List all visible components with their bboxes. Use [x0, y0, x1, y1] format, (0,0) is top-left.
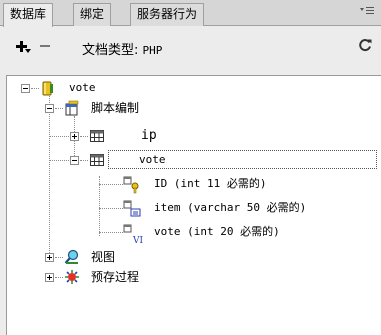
column-label: ID (int 11 必需的): [154, 177, 267, 190]
tree-node-scripts[interactable]: 脚本编制: [7, 100, 377, 120]
table-grid-icon: [89, 128, 105, 144]
database-tree: vote 脚本编制 ip vote ID (int 11 必需的) item (…: [6, 75, 381, 335]
column-label: vote (int 20 必需的): [154, 225, 280, 238]
tree-node-column[interactable]: item (varchar 50 必需的): [7, 200, 377, 220]
database-toolbar: 文档类型: PHP: [0, 27, 381, 67]
tree-node-table[interactable]: vote: [7, 150, 377, 172]
database-cylinder-icon: [40, 80, 56, 96]
int-column-icon: VI: [123, 224, 143, 246]
collapse-toggle[interactable]: [45, 104, 54, 113]
minus-icon[interactable]: [38, 38, 54, 54]
collapse-toggle[interactable]: [21, 84, 30, 93]
views-label: 视图: [91, 250, 116, 264]
tree-node-connection[interactable]: vote: [7, 80, 377, 100]
table-grid-icon: [89, 152, 105, 168]
plus-dropdown-icon[interactable]: [14, 38, 31, 54]
column-label: item (varchar 50 必需的): [154, 201, 307, 214]
expand-toggle[interactable]: [45, 253, 54, 262]
connection-label: vote: [69, 81, 96, 94]
document-type-label: 文档类型: PHP: [82, 39, 162, 58]
svg-text:VI: VI: [132, 236, 143, 244]
tree-node-procedures[interactable]: 预存过程: [7, 269, 377, 289]
text-column-icon: [123, 200, 141, 217]
view-icon: [64, 249, 80, 265]
tab-bindings[interactable]: 绑定: [73, 3, 112, 26]
expand-toggle[interactable]: [45, 273, 54, 282]
tree-node-table[interactable]: ip: [7, 128, 377, 148]
scripts-label: 脚本编制: [91, 101, 140, 115]
key-column-icon: [123, 176, 139, 194]
refresh-icon[interactable]: [357, 37, 373, 53]
tree-node-column[interactable]: VI vote (int 20 必需的): [7, 224, 377, 246]
options-menu-icon[interactable]: [359, 5, 375, 19]
procedure-icon: [64, 269, 80, 285]
collapse-toggle[interactable]: [70, 156, 79, 165]
tab-database[interactable]: 数据库: [3, 3, 54, 27]
tab-server-behaviors[interactable]: 服务器行为: [130, 3, 205, 26]
doc-type-value: PHP: [142, 44, 163, 57]
doc-type-caption: 文档类型:: [82, 43, 139, 58]
tree-node-column[interactable]: ID (int 11 必需的): [7, 176, 377, 196]
table-folder-icon: [64, 100, 80, 116]
table-label: vote: [139, 153, 166, 166]
panel-tab-bar: 数据库 绑定 服务器行为: [0, 0, 381, 27]
tree-node-views[interactable]: 视图: [7, 249, 377, 269]
expand-toggle[interactable]: [70, 132, 79, 141]
table-label: ip: [141, 128, 157, 143]
procedures-label: 预存过程: [91, 270, 140, 284]
